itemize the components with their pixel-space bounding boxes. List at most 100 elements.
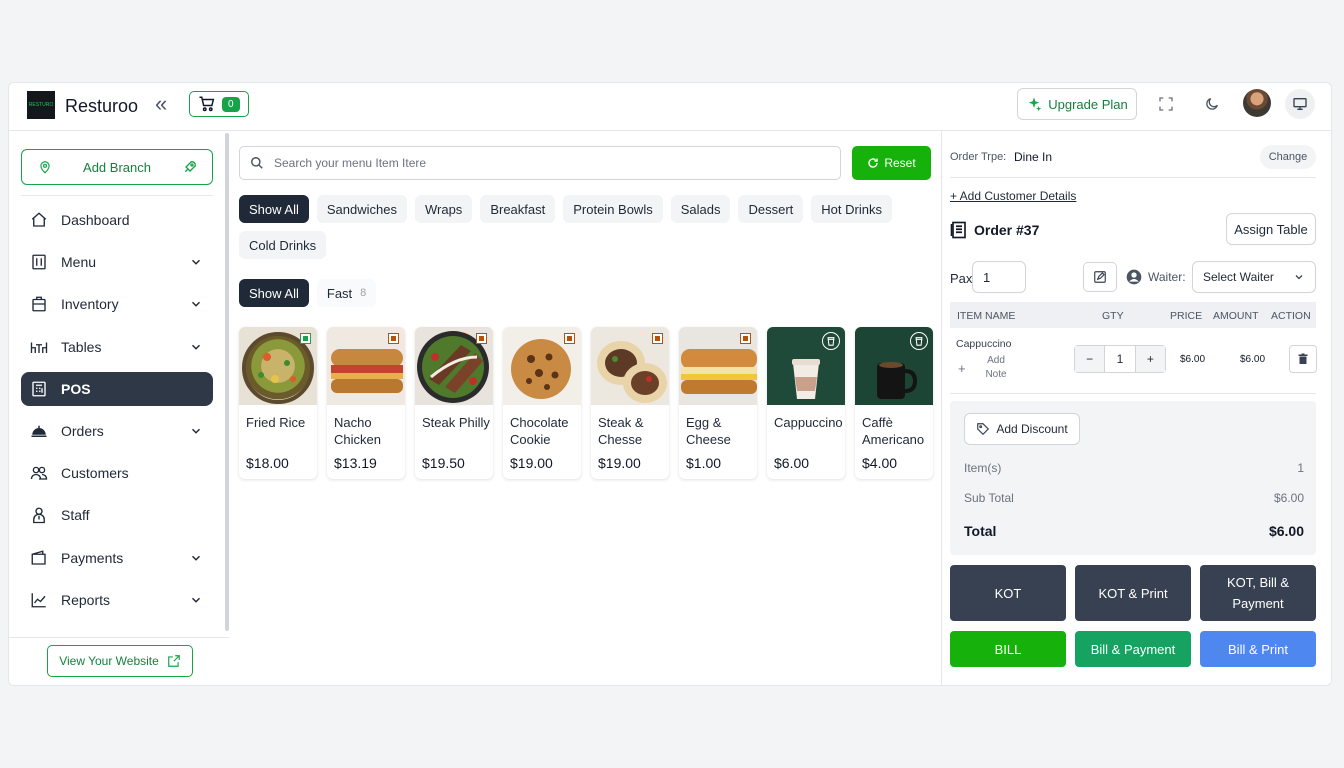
- category-chip[interactable]: Show All: [239, 195, 309, 223]
- plus-icon[interactable]: +: [958, 361, 966, 376]
- sidebar-item-label: Orders: [61, 422, 104, 439]
- category-tabs: Show All Sandwiches Wraps Breakfast Prot…: [239, 195, 939, 259]
- upgrade-plan-button[interactable]: Upgrade Plan: [1017, 88, 1137, 120]
- reset-button[interactable]: Reset: [852, 146, 931, 180]
- pax-input[interactable]: 1: [972, 261, 1026, 293]
- chevron-down-icon: [1295, 275, 1303, 280]
- food-image: [239, 327, 317, 405]
- delete-button[interactable]: [1289, 345, 1317, 373]
- avatar[interactable]: [1243, 89, 1271, 117]
- sidebar-item-staff[interactable]: Staff: [21, 498, 213, 532]
- order-type-value: Dine In: [1014, 150, 1053, 164]
- menu-item-card[interactable]: Cappuccino $6.00: [767, 327, 845, 479]
- add-branch-button[interactable]: Add Branch: [21, 149, 213, 185]
- sidebar-scrollbar[interactable]: [225, 133, 229, 631]
- items-count-value: 1: [1297, 461, 1304, 475]
- chevron-down-icon: [191, 302, 201, 308]
- category-chip[interactable]: Breakfast: [480, 195, 556, 223]
- category-chip[interactable]: Hot Drinks: [811, 195, 892, 223]
- staff-icon: [29, 505, 49, 525]
- category-chip[interactable]: Cold Drinks: [239, 231, 327, 259]
- sidebar-item-pos[interactable]: POS: [21, 371, 213, 406]
- cloche-icon: [29, 421, 49, 441]
- kot-print-button[interactable]: KOT & Print: [1075, 565, 1191, 621]
- cart-button[interactable]: 0: [189, 91, 249, 117]
- edit-button[interactable]: [1083, 262, 1117, 292]
- column-header: PRICE: [1170, 310, 1203, 322]
- sidebar-item-label: Menu: [61, 254, 97, 271]
- sidebar-item-label: Reports: [61, 591, 111, 608]
- inventory-icon: [29, 294, 49, 314]
- menu-item-card[interactable]: Chocolate Cookie $19.00: [503, 327, 581, 479]
- tables-icon: [29, 337, 49, 357]
- food-image: [327, 327, 405, 405]
- add-branch-label: Add Branch: [83, 159, 151, 175]
- menu-item-card[interactable]: Nacho Chicken $13.19: [327, 327, 405, 479]
- bill-button[interactable]: BILL: [950, 631, 1066, 667]
- order-summary: Add Discount Item(s) 1 Sub Total $6.00 T…: [950, 401, 1316, 555]
- menu-item-card[interactable]: Steak Philly $19.50: [415, 327, 493, 479]
- add-discount-button[interactable]: Add Discount: [964, 413, 1080, 445]
- monitor-icon[interactable]: [1285, 89, 1315, 119]
- assign-table-button[interactable]: Assign Table: [1226, 213, 1316, 245]
- wallet-icon: [29, 548, 49, 568]
- fullscreen-icon[interactable]: [1155, 93, 1177, 115]
- sidebar-item-dashboard[interactable]: Dashboard: [21, 203, 213, 237]
- kot-button[interactable]: KOT: [950, 565, 1066, 621]
- reset-label: Reset: [884, 156, 916, 170]
- filter-chip-label: Fast: [326, 285, 353, 301]
- filter-count: 8: [360, 287, 367, 299]
- kot-bill-payment-button[interactable]: KOT, Bill & Payment: [1200, 565, 1316, 621]
- dark-mode-icon[interactable]: [1201, 93, 1223, 115]
- waiter-select[interactable]: Select Waiter: [1192, 261, 1316, 293]
- menu-item-card[interactable]: Caffè Americano $4.00: [855, 327, 933, 479]
- external-link-icon: [167, 655, 180, 667]
- chevron-down-icon: [191, 555, 201, 561]
- chevron-down-icon: [191, 428, 201, 434]
- quantity-value[interactable]: 1: [1104, 346, 1136, 372]
- brand-name: Resturoo: [65, 96, 139, 116]
- search-field[interactable]: [239, 146, 841, 180]
- view-website-button[interactable]: View Your Website: [47, 645, 193, 677]
- menu-grid: Fried Rice $18.00 Nacho Chicken $13.19 S…: [239, 327, 933, 479]
- category-chip[interactable]: Sandwiches: [316, 195, 407, 223]
- food-image: [679, 327, 757, 405]
- sidebar-footer-divider: [9, 637, 229, 638]
- category-chip[interactable]: Protein Bowls: [563, 195, 663, 223]
- sidebar-item-menu[interactable]: Menu: [21, 245, 213, 279]
- filter-chip[interactable]: Fast 8: [316, 279, 377, 307]
- menu-item-card[interactable]: Fried Rice $18.00: [239, 327, 317, 479]
- menu-item-card[interactable]: Steak & Chesse $19.00: [591, 327, 669, 479]
- logo[interactable]: RESTURO: [27, 91, 55, 119]
- chart-icon: [29, 590, 49, 610]
- sidebar-item-reports[interactable]: Reports: [21, 583, 213, 617]
- table-row: Cappuccino + Add Note − 1 + $6.00 $6.00: [950, 328, 1317, 394]
- sidebar-item-payments[interactable]: Payments: [21, 541, 213, 575]
- sidebar-item-label: Tables: [61, 338, 102, 355]
- bill-print-button[interactable]: Bill & Print: [1200, 631, 1316, 667]
- sidebar-item-tables[interactable]: Tables: [21, 330, 213, 364]
- menu-item-name: Steak & Chesse: [598, 415, 644, 447]
- increment-button[interactable]: +: [1135, 346, 1165, 372]
- sidebar-item-customers[interactable]: Customers: [21, 456, 213, 490]
- menu-item-card[interactable]: Egg & Cheese $1.00: [679, 327, 757, 479]
- location-pin-icon: [40, 161, 50, 174]
- change-order-type-button[interactable]: Change: [1260, 145, 1316, 169]
- receipt-icon: [950, 221, 966, 239]
- decrement-button[interactable]: −: [1075, 346, 1105, 372]
- add-customer-link[interactable]: + Add Customer Details: [950, 189, 1076, 203]
- search-input[interactable]: [274, 156, 814, 170]
- quantity-stepper[interactable]: − 1 +: [1074, 345, 1166, 373]
- non-veg-badge-icon: [476, 333, 487, 344]
- add-note-link[interactable]: Add Note: [982, 354, 1010, 382]
- sidebar-item-inventory[interactable]: Inventory: [21, 287, 213, 321]
- collapse-sidebar-icon[interactable]: «: [155, 93, 167, 115]
- tag-icon: [977, 423, 990, 436]
- sidebar: Add Branch Dashboard Menu Inventory Tabl…: [9, 131, 229, 685]
- category-chip[interactable]: Wraps: [414, 195, 473, 223]
- category-chip[interactable]: Dessert: [738, 195, 804, 223]
- category-chip[interactable]: Salads: [670, 195, 731, 223]
- bill-payment-button[interactable]: Bill & Payment: [1075, 631, 1191, 667]
- sidebar-item-orders[interactable]: Orders: [21, 414, 213, 448]
- filter-chip[interactable]: Show All: [239, 279, 309, 307]
